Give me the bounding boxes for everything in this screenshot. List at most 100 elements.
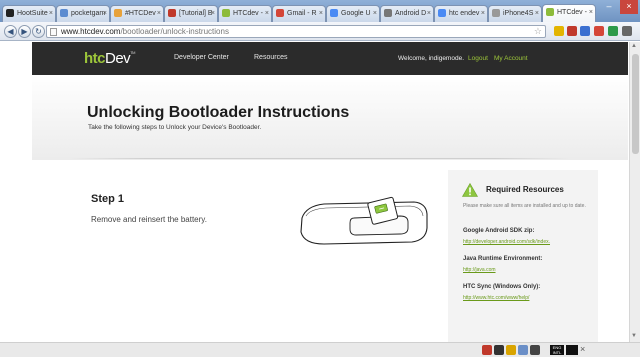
- tab-close-icon[interactable]: ×: [481, 6, 485, 21]
- tab-close-icon[interactable]: ×: [265, 6, 269, 21]
- gmail-favicon-icon: [276, 9, 284, 17]
- resource-label: HTC Sync (Windows Only):: [463, 284, 541, 290]
- tray-app-icon[interactable]: [494, 345, 504, 355]
- browser-tab[interactable]: iPhone4S ×: [488, 5, 542, 22]
- resource-label: Google Android SDK zip:: [463, 228, 535, 234]
- clock-widget[interactable]: [566, 345, 578, 355]
- site-header: htcDevTM Developer Center Resources Welc…: [32, 42, 628, 75]
- tab-close-icon[interactable]: ×: [589, 5, 593, 20]
- tab-close-icon[interactable]: ×: [535, 6, 539, 21]
- browser-tab[interactable]: #HTCDev ×: [110, 5, 164, 22]
- tab-label: pocketgam: [71, 10, 106, 17]
- resource-label: Java Runtime Environment:: [463, 256, 543, 262]
- page-subtitle: Take the following steps to Unlock your …: [88, 124, 262, 131]
- bookmark-star-icon[interactable]: ☆: [534, 26, 542, 37]
- android-favicon-icon: [384, 9, 392, 17]
- tab-label: htc endev: [449, 10, 480, 17]
- logo-htc: htc: [84, 50, 106, 67]
- step-instruction: Remove and reinsert the battery.: [91, 215, 207, 224]
- browser-tab[interactable]: Google U ×: [326, 5, 380, 22]
- extension-icon[interactable]: [554, 26, 564, 36]
- my-account-link[interactable]: My Account: [494, 55, 528, 62]
- scroll-up-arrow-icon[interactable]: ▲: [631, 43, 637, 49]
- page-icon: [50, 28, 57, 36]
- back-arrow-icon[interactable]: ◀: [4, 25, 17, 38]
- address-bar[interactable]: www.htcdev.com/bootloader/unlock-instruc…: [46, 25, 546, 38]
- system-taskbar: ENG INTL ×: [0, 342, 640, 357]
- browser-toolbar: ◀ ▶ ↻ www.htcdev.com/bootloader/unlock-i…: [0, 22, 640, 41]
- tab-label: Gmail - R: [287, 10, 317, 17]
- wrench-menu-icon[interactable]: [622, 26, 632, 36]
- browser-tab[interactable]: htc endev ×: [434, 5, 488, 22]
- close-window-icon[interactable]: ×: [620, 0, 638, 14]
- tray-app-icon[interactable]: [506, 345, 516, 355]
- browser-tab-strip: HootSuite × pocketgam × #HTCDev × [Tutor…: [0, 0, 640, 22]
- step-title: Step 1: [91, 193, 125, 205]
- pocketgamer-favicon-icon: [60, 9, 68, 17]
- browser-tab[interactable]: HootSuite ×: [2, 5, 56, 22]
- browser-tab-active[interactable]: HTCdev - ×: [542, 4, 596, 22]
- tab-close-icon[interactable]: ×: [211, 6, 215, 21]
- forum-favicon-icon: [168, 9, 176, 17]
- htcdev-logo[interactable]: htcDevTM: [84, 50, 135, 67]
- extension-icon[interactable]: [567, 26, 577, 36]
- scrollbar-thumb[interactable]: [632, 54, 639, 154]
- tab-close-icon[interactable]: ×: [427, 6, 431, 21]
- tab-label: HTCdev -: [557, 9, 587, 16]
- tab-label: iPhone4S: [503, 10, 534, 17]
- tab-label: #HTCDev: [125, 10, 156, 17]
- tab-label: HootSuite: [17, 10, 48, 17]
- tab-close-icon[interactable]: ×: [103, 6, 107, 21]
- htcdev-favicon-icon: [114, 9, 122, 17]
- google-search-favicon-icon: [438, 9, 446, 17]
- welcome-text: Welcome, indigemode.: [398, 55, 464, 62]
- reload-icon[interactable]: ↻: [32, 25, 45, 38]
- lang-bottom: INTL: [552, 350, 562, 355]
- minimize-window-icon[interactable]: –: [600, 0, 618, 14]
- language-indicator[interactable]: ENG INTL: [550, 345, 564, 355]
- url-path: /bootloader/unlock-instructions: [120, 27, 229, 36]
- nav-resources[interactable]: Resources: [254, 54, 287, 61]
- google-favicon-icon: [330, 9, 338, 17]
- sidebar-note: Please make sure all items are installed…: [463, 203, 586, 209]
- close-icon[interactable]: ×: [580, 344, 585, 354]
- forward-arrow-icon[interactable]: ▶: [18, 25, 31, 38]
- resource-link-htc-sync[interactable]: http://www.htc.com/www/help/: [463, 295, 529, 301]
- tray-volume-icon[interactable]: [530, 345, 540, 355]
- scroll-down-arrow-icon[interactable]: ▼: [631, 333, 637, 339]
- htcdev-favicon-icon: [546, 8, 554, 16]
- phone-battery-illustration: [300, 196, 428, 245]
- resource-link-java[interactable]: http://java.com: [463, 267, 496, 273]
- section-divider: [70, 158, 570, 159]
- tab-close-icon[interactable]: ×: [373, 6, 377, 21]
- htcdev-favicon-icon: [222, 9, 230, 17]
- sidebar-title: Required Resources: [486, 185, 564, 194]
- extension-icon[interactable]: [580, 26, 590, 36]
- nav-developer-center[interactable]: Developer Center: [174, 54, 229, 61]
- browser-tab[interactable]: Android D ×: [380, 5, 434, 22]
- tab-close-icon[interactable]: ×: [49, 6, 53, 21]
- page-favicon-icon: [492, 9, 500, 17]
- url-domain: www.htcdev.com: [61, 27, 121, 36]
- tab-close-icon[interactable]: ×: [157, 6, 161, 21]
- browser-tab[interactable]: HTCdev - ×: [218, 5, 272, 22]
- browser-tab[interactable]: [Tutorial] B ×: [164, 5, 218, 22]
- tray-app-icon[interactable]: [482, 345, 492, 355]
- tab-label: HTCdev -: [233, 10, 263, 17]
- tab-close-icon[interactable]: ×: [319, 6, 323, 21]
- logout-link[interactable]: Logout: [468, 55, 488, 62]
- page-scrollbar[interactable]: ▲ ▼: [629, 42, 640, 342]
- logo-dev: Dev: [105, 50, 131, 67]
- warning-icon: [462, 183, 478, 197]
- browser-tab[interactable]: pocketgam ×: [56, 5, 110, 22]
- gmail-checker-icon[interactable]: [594, 26, 604, 36]
- tab-label: Android D: [395, 10, 427, 17]
- resource-link-android-sdk[interactable]: http://developer.android.com/sdk/index.: [463, 239, 550, 245]
- browser-tab[interactable]: Gmail - R ×: [272, 5, 326, 22]
- extension-icon[interactable]: [608, 26, 618, 36]
- page-title: Unlocking Bootloader Instructions: [87, 104, 350, 121]
- required-resources-panel: Required Resources Please make sure all …: [448, 170, 598, 357]
- tray-network-icon[interactable]: [518, 345, 528, 355]
- hootsuite-favicon-icon: [6, 9, 14, 17]
- page-hero: Unlocking Bootloader Instructions Take t…: [32, 75, 628, 160]
